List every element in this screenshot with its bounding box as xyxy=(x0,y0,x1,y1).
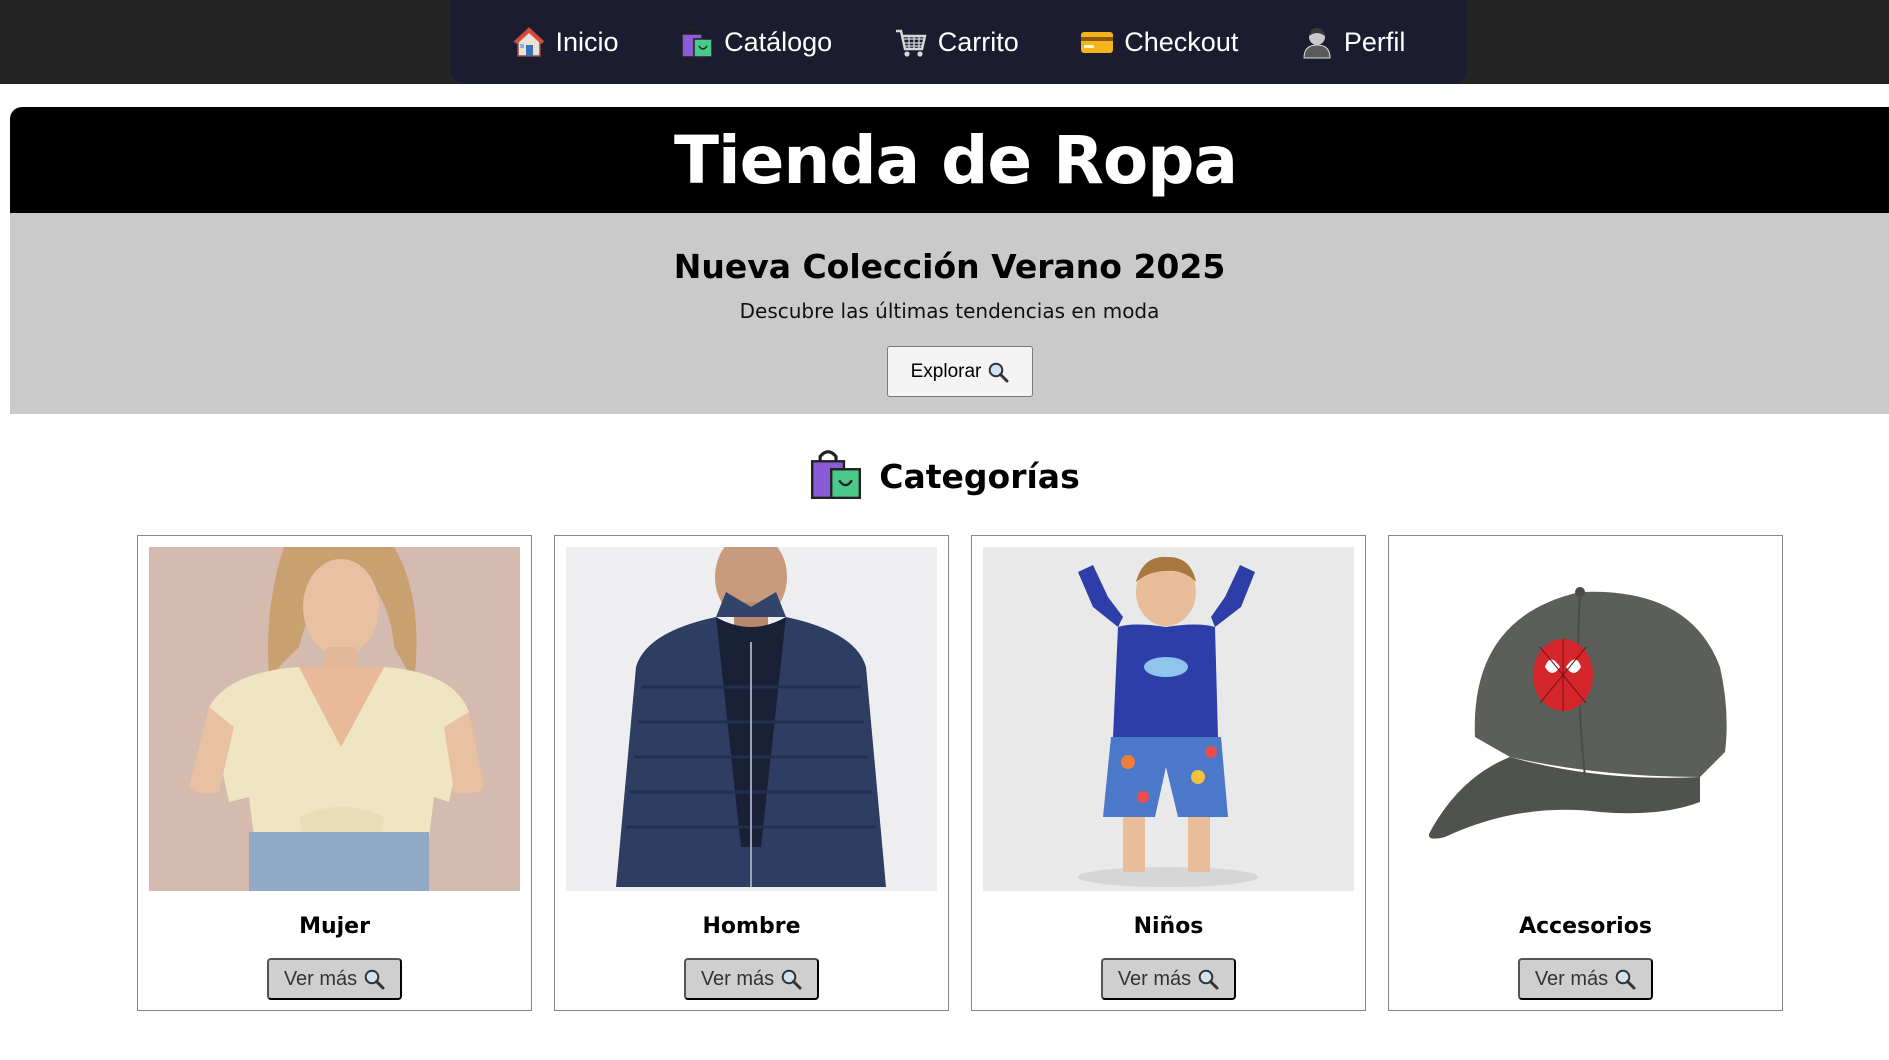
shopping-bags-icon xyxy=(809,447,863,505)
categories-title: Categorías xyxy=(879,456,1080,496)
main-nav: Inicio Catálogo Carrito Checkout Perfil xyxy=(450,0,1467,84)
nav-item-checkout[interactable]: Checkout xyxy=(1080,25,1238,59)
shopping-cart-icon xyxy=(894,25,928,59)
nav-item-catalogo[interactable]: Catálogo xyxy=(680,25,832,59)
promo-banner: Nueva Colección Verano 2025 Descubre las… xyxy=(10,213,1889,414)
credit-card-icon xyxy=(1080,25,1114,59)
explore-button-label: Explorar xyxy=(910,360,982,382)
nav-item-label: Perfil xyxy=(1343,26,1406,57)
ver-mas-button-hombre[interactable]: Ver más xyxy=(684,958,819,1000)
ver-mas-button-accesorios[interactable]: Ver más xyxy=(1518,958,1653,1000)
magnifier-icon xyxy=(987,361,1009,383)
banner-title: Nueva Colección Verano 2025 xyxy=(673,247,1226,286)
ver-mas-label: Ver más xyxy=(1534,967,1609,990)
ver-mas-button-ninos[interactable]: Ver más xyxy=(1101,958,1236,1000)
nav-item-perfil[interactable]: Perfil xyxy=(1300,25,1406,59)
category-name: Mujer xyxy=(299,914,370,939)
woman-blouse-image xyxy=(149,547,520,891)
magnifier-icon xyxy=(780,968,802,990)
ver-mas-label: Ver más xyxy=(1117,967,1192,990)
magnifier-icon xyxy=(363,968,385,990)
magnifier-icon xyxy=(1614,968,1636,990)
ver-mas-button-mujer[interactable]: Ver más xyxy=(267,958,402,1000)
category-name: Niños xyxy=(1133,914,1204,939)
cap-image xyxy=(1400,547,1771,891)
category-name: Hombre xyxy=(702,914,801,939)
shopping-bags-icon xyxy=(680,25,714,59)
nav-item-inicio[interactable]: Inicio xyxy=(512,25,619,59)
nav-item-label: Carrito xyxy=(937,26,1019,57)
ver-mas-label: Ver más xyxy=(700,967,775,990)
top-bar: Inicio Catálogo Carrito Checkout Perfil xyxy=(0,0,1889,84)
kid-swimwear-image xyxy=(983,547,1354,891)
banner-subtitle: Descubre las últimas tendencias en moda xyxy=(739,299,1160,323)
user-icon xyxy=(1300,25,1334,59)
nav-item-label: Inicio xyxy=(555,26,619,57)
house-icon xyxy=(512,25,546,59)
category-card-mujer: Mujer Ver más xyxy=(137,535,532,1011)
hero-title-band: Tienda de Ropa xyxy=(10,107,1889,213)
categories-heading: Categorías xyxy=(0,447,1889,505)
category-card-accesorios: Accesorios Ver más xyxy=(1388,535,1783,1011)
nav-item-carrito[interactable]: Carrito xyxy=(894,25,1019,59)
explore-button[interactable]: Explorar xyxy=(887,346,1033,397)
category-card-hombre: Hombre Ver más xyxy=(554,535,949,1011)
hero-section: Tienda de Ropa Nueva Colección Verano 20… xyxy=(10,107,1889,414)
category-card-ninos: Niños Ver más xyxy=(971,535,1366,1011)
nav-item-label: Checkout xyxy=(1124,26,1239,57)
category-name: Accesorios xyxy=(1519,914,1652,939)
nav-item-label: Catálogo xyxy=(724,26,833,57)
magnifier-icon xyxy=(1197,968,1219,990)
ver-mas-label: Ver más xyxy=(283,967,358,990)
page-title: Tienda de Ropa xyxy=(673,121,1238,199)
man-jacket-image xyxy=(566,547,937,891)
